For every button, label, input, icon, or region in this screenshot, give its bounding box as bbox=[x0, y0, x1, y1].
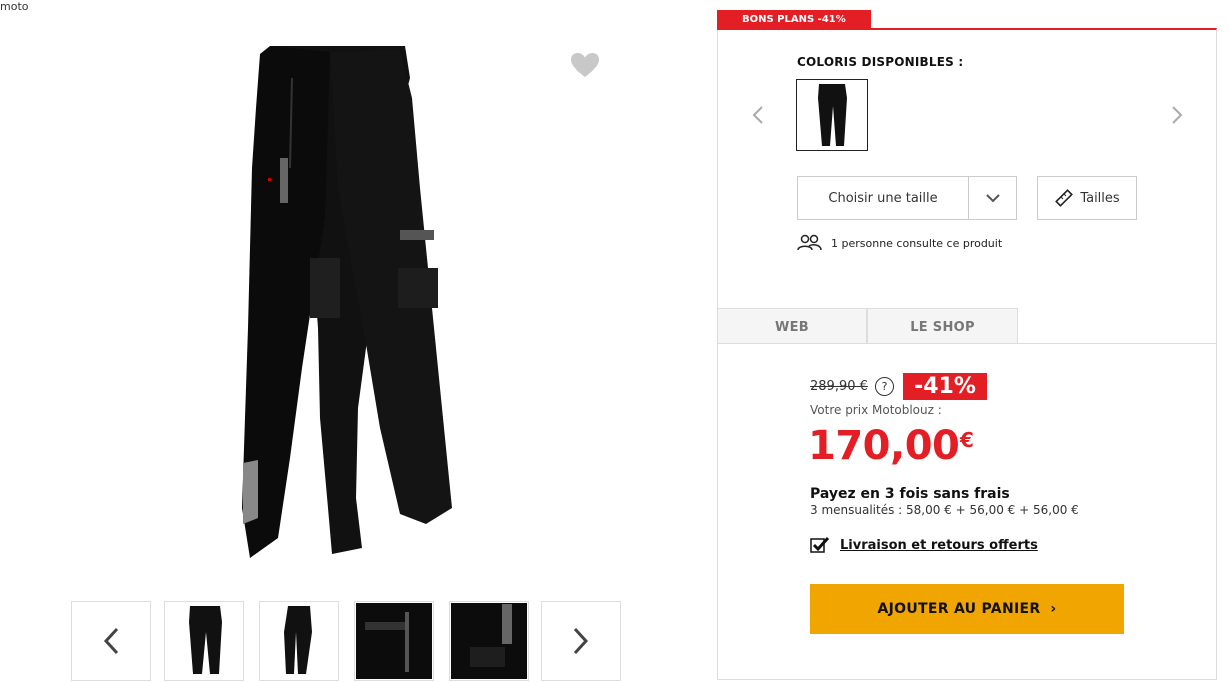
breadcrumb[interactable]: moto bbox=[0, 0, 29, 13]
chevron-left-icon bbox=[103, 627, 119, 655]
thumbnail-3[interactable] bbox=[354, 601, 434, 681]
delivery-link[interactable]: Livraison et retours offerts bbox=[840, 538, 1038, 553]
users-icon bbox=[797, 234, 822, 251]
thumb-next-button[interactable] bbox=[541, 601, 621, 681]
promo-badge: BONS PLANS -41% bbox=[717, 10, 871, 30]
chevron-down-icon[interactable] bbox=[968, 177, 1016, 219]
viewers-text: 1 personne consulte ce produit bbox=[831, 236, 1003, 250]
colors-title: COLORIS DISPONIBLES : bbox=[797, 55, 964, 69]
thumbnail-4[interactable] bbox=[449, 601, 529, 681]
size-guide-label: Tailles bbox=[1080, 190, 1120, 206]
tab-web[interactable]: WEB bbox=[717, 308, 867, 343]
price-help-icon[interactable]: ? bbox=[875, 377, 894, 396]
old-price: 289,90 € bbox=[810, 379, 868, 394]
favorite-heart-icon[interactable] bbox=[571, 53, 599, 79]
color-swatch-black[interactable] bbox=[796, 79, 868, 151]
thumb-prev-button[interactable] bbox=[71, 601, 151, 681]
product-main-image[interactable] bbox=[230, 38, 490, 568]
purchase-panel bbox=[717, 28, 1217, 680]
size-select-label: Choisir une taille bbox=[828, 190, 938, 206]
delivery-info[interactable]: Livraison et retours offerts bbox=[810, 537, 1038, 553]
add-to-cart-label: AJOUTER AU PANIER bbox=[877, 601, 1041, 617]
tab-le-shop[interactable]: LE SHOP bbox=[867, 308, 1018, 343]
color-prev-chevron-icon[interactable] bbox=[751, 105, 765, 125]
installments-detail: 3 mensualités : 58,00 € + 56,00 € + 56,0… bbox=[810, 503, 1079, 517]
tabs-divider bbox=[717, 343, 1217, 344]
price-currency: € bbox=[960, 428, 974, 452]
current-price: 170,00 bbox=[808, 423, 960, 469]
chevron-right-icon bbox=[573, 627, 589, 655]
add-to-cart-button[interactable]: AJOUTER AU PANIER › bbox=[810, 584, 1124, 634]
viewers-notice: 1 personne consulte ce produit bbox=[797, 234, 1002, 252]
installments-title: Payez en 3 fois sans frais bbox=[810, 486, 1010, 502]
ruler-icon bbox=[1055, 189, 1074, 207]
size-select[interactable]: Choisir une taille bbox=[797, 176, 1017, 220]
price-label: Votre prix Motoblouz : bbox=[810, 403, 942, 417]
thumbnail-2[interactable] bbox=[259, 601, 339, 681]
check-icon bbox=[810, 537, 830, 553]
color-next-chevron-icon[interactable] bbox=[1170, 105, 1184, 125]
thumbnail-1[interactable] bbox=[164, 601, 244, 681]
size-guide-button[interactable]: Tailles bbox=[1037, 176, 1137, 220]
discount-badge: -41% bbox=[903, 373, 987, 400]
chevron-right-icon: › bbox=[1050, 601, 1057, 617]
